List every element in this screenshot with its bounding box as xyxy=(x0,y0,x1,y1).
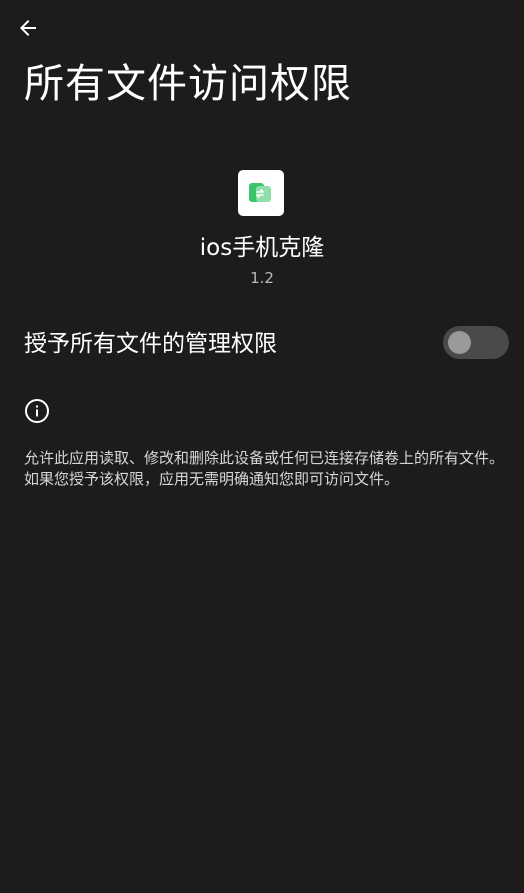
permission-row[interactable]: 授予所有文件的管理权限 xyxy=(0,318,524,368)
permission-toggle[interactable] xyxy=(443,326,509,359)
info-icon xyxy=(25,399,49,423)
app-clone-icon xyxy=(249,183,271,202)
arrow-left-icon xyxy=(20,20,36,36)
permission-description: 允许此应用读取、修改和删除此设备或任何已连接存储卷上的所有文件。如果您授予该权限… xyxy=(24,449,505,488)
app-version: 1.2 xyxy=(250,269,274,287)
toggle-knob xyxy=(448,331,471,354)
back-button[interactable] xyxy=(6,6,50,50)
app-icon xyxy=(238,170,284,216)
permission-label: 授予所有文件的管理权限 xyxy=(24,331,277,357)
page-title: 所有文件访问权限 xyxy=(24,61,352,107)
app-name: ios手机克隆 xyxy=(199,235,325,261)
